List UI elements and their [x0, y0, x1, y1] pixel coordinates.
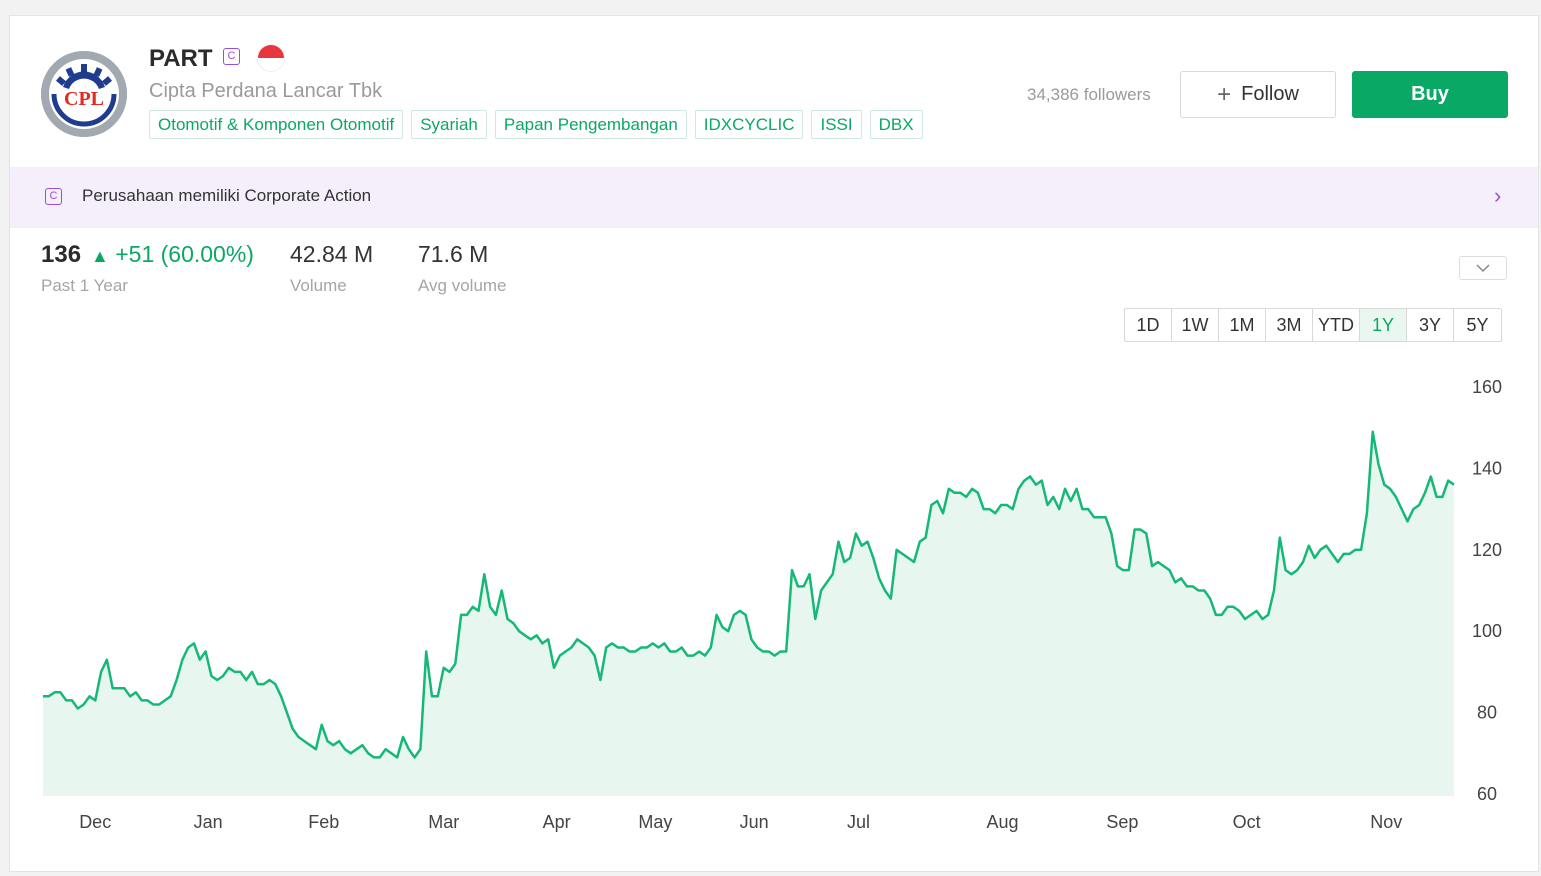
- x-tick-label: Mar: [428, 812, 459, 832]
- y-tick-label: 160: [1472, 377, 1502, 397]
- x-tick-label: Jun: [740, 812, 769, 832]
- x-tick-label: Oct: [1233, 812, 1261, 832]
- x-tick-label: Jan: [194, 812, 223, 832]
- price-chart[interactable]: 60 80 100 120 140 160 Dec Jan Feb Mar Apr May Jun Jul…: [10, 16, 1540, 873]
- y-tick-label: 100: [1472, 621, 1502, 641]
- x-tick-label: Sep: [1106, 812, 1138, 832]
- x-tick-label: Nov: [1370, 812, 1402, 832]
- x-tick-label: Dec: [79, 812, 111, 832]
- stock-card: CPL PART C Cipta Perdana Lancar Tbk Otom…: [9, 15, 1539, 872]
- x-tick-label: May: [638, 812, 672, 832]
- y-tick-label: 140: [1472, 458, 1502, 478]
- price-area: [43, 431, 1454, 794]
- x-tick-label: Aug: [986, 812, 1018, 832]
- y-tick-label: 120: [1472, 540, 1502, 560]
- x-tick-label: Jul: [847, 812, 870, 832]
- y-tick-label: 60: [1477, 784, 1497, 804]
- x-tick-label: Feb: [308, 812, 339, 832]
- x-tick-label: Apr: [543, 812, 571, 832]
- y-tick-label: 80: [1477, 703, 1497, 723]
